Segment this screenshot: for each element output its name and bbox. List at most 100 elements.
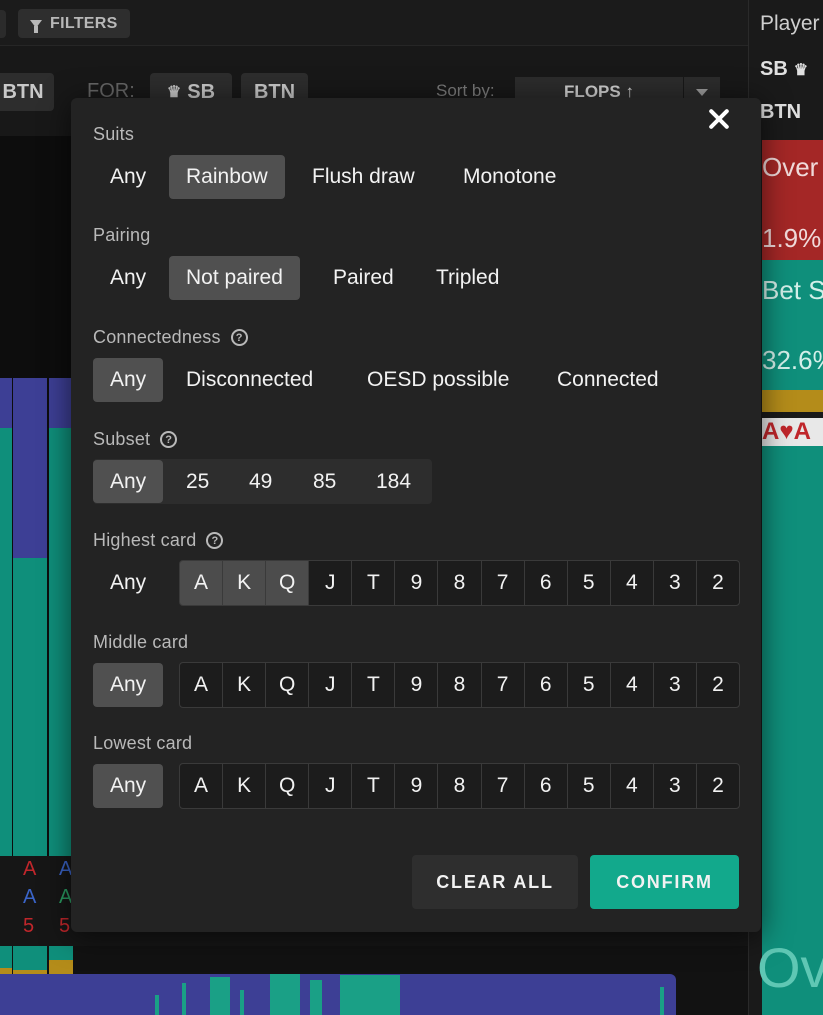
- rank-q[interactable]: Q: [265, 662, 310, 708]
- rank-8[interactable]: 8: [437, 560, 482, 606]
- rank-5[interactable]: 5: [566, 560, 611, 606]
- highest-card-header: Highest card ?: [93, 530, 224, 551]
- pairing-option-tripled[interactable]: Tripled: [419, 256, 516, 300]
- lowest-card-label: Lowest card: [93, 733, 193, 753]
- connectedness-option-disconnected[interactable]: Disconnected: [169, 358, 330, 402]
- rank-k[interactable]: K: [222, 662, 267, 708]
- rank-k[interactable]: K: [222, 560, 267, 606]
- rank-a[interactable]: A: [179, 662, 224, 708]
- rank-5[interactable]: 5: [566, 662, 611, 708]
- rank-7[interactable]: 7: [480, 560, 525, 606]
- subset-option-184[interactable]: 184: [359, 460, 428, 503]
- rank-6[interactable]: 6: [523, 763, 568, 809]
- rank-2[interactable]: 2: [695, 560, 741, 606]
- card-rank: 5: [23, 915, 35, 937]
- clear-all-button[interactable]: CLEAR ALL: [412, 855, 578, 909]
- subset-option-25[interactable]: 25: [169, 460, 226, 503]
- subset-option-any[interactable]: Any: [93, 460, 164, 503]
- pairing-label: Pairing: [93, 225, 151, 245]
- bottom-chart-strip: [0, 974, 676, 1015]
- rank-a[interactable]: A: [179, 763, 224, 809]
- close-icon[interactable]: [704, 104, 734, 134]
- rank-k[interactable]: K: [222, 763, 267, 809]
- action-percent: 1.9%: [762, 223, 822, 253]
- rank-j[interactable]: J: [308, 560, 353, 606]
- crown-icon: ♛: [793, 61, 809, 79]
- rank-3[interactable]: 3: [652, 560, 697, 606]
- rank-t[interactable]: T: [351, 662, 396, 708]
- filters-button[interactable]: FILTERS: [18, 9, 130, 38]
- subset-label: Subset: [93, 429, 151, 449]
- rank-3[interactable]: 3: [652, 662, 697, 708]
- rank-9[interactable]: 9: [394, 662, 439, 708]
- rank-9[interactable]: 9: [394, 763, 439, 809]
- card-rank: A: [23, 886, 37, 908]
- player-position-sb: SB ♛: [760, 58, 808, 81]
- highest-card-ranks: A K Q J T 9 8 7 6 5 4 3 2: [179, 560, 741, 606]
- player-panel-title: Player: [760, 12, 820, 35]
- rank-4[interactable]: 4: [609, 763, 654, 809]
- pairing-option-paired[interactable]: Paired: [316, 256, 411, 300]
- action-name: Bet S: [762, 275, 823, 305]
- action-check[interactable]: [762, 390, 823, 412]
- suits-option-any[interactable]: Any: [93, 155, 163, 199]
- confirm-button[interactable]: CONFIRM: [590, 855, 739, 909]
- help-icon[interactable]: ?: [230, 329, 248, 346]
- highest-card-label: Highest card: [93, 530, 197, 550]
- rank-8[interactable]: 8: [437, 763, 482, 809]
- rank-6[interactable]: 6: [523, 662, 568, 708]
- rank-4[interactable]: 4: [609, 662, 654, 708]
- top-toolbar: FILTERS: [0, 0, 748, 46]
- connectedness-option-any[interactable]: Any: [93, 358, 164, 402]
- toolbar-button-partial[interactable]: [0, 10, 6, 38]
- action-bet[interactable]: Bet S 32.6%: [762, 260, 823, 390]
- middle-card-ranks: A K Q J T 9 8 7 6 5 4 3 2: [179, 662, 741, 708]
- subset-header: Subset ?: [93, 429, 178, 450]
- pairing-option-any[interactable]: Any: [93, 256, 163, 300]
- action-big-text: Ov: [757, 936, 823, 999]
- rank-a[interactable]: A: [179, 560, 224, 606]
- rank-4[interactable]: 4: [609, 560, 654, 606]
- subset-option-49[interactable]: 49: [232, 460, 289, 503]
- rank-2[interactable]: 2: [695, 662, 741, 708]
- help-icon[interactable]: ?: [160, 431, 178, 448]
- subset-option-85[interactable]: 85: [296, 460, 353, 503]
- help-icon[interactable]: ?: [206, 532, 224, 549]
- highest-card-option-any[interactable]: Any: [93, 561, 163, 605]
- rank-q[interactable]: Q: [265, 560, 310, 606]
- suits-option-rainbow[interactable]: Rainbow: [169, 155, 285, 199]
- middle-card-label: Middle card: [93, 632, 189, 652]
- action-over[interactable]: Over 1.9%: [762, 140, 823, 260]
- action-name: Over: [762, 152, 819, 182]
- lowest-card-option-any[interactable]: Any: [93, 764, 164, 808]
- suits-option-flush-draw[interactable]: Flush draw: [295, 155, 432, 199]
- filters-label: FILTERS: [50, 14, 118, 32]
- rank-t[interactable]: T: [351, 763, 396, 809]
- connectedness-header: Connectedness ?: [93, 327, 248, 348]
- player-position-label: BTN: [760, 101, 802, 123]
- connectedness-option-connected[interactable]: Connected: [540, 358, 676, 402]
- rank-6[interactable]: 6: [523, 560, 568, 606]
- suits-option-monotone[interactable]: Monotone: [446, 155, 573, 199]
- rank-8[interactable]: 8: [437, 662, 482, 708]
- rank-2[interactable]: 2: [695, 763, 741, 809]
- player-position-label: SB: [760, 58, 788, 80]
- rank-3[interactable]: 3: [652, 763, 697, 809]
- lowest-card-ranks: A K Q J T 9 8 7 6 5 4 3 2: [179, 763, 741, 809]
- card-rank: A: [23, 858, 37, 880]
- rank-j[interactable]: J: [308, 662, 353, 708]
- rank-9[interactable]: 9: [394, 560, 439, 606]
- action-detail: [762, 446, 823, 1015]
- pairing-option-not-paired[interactable]: Not paired: [169, 256, 300, 300]
- filter-icon: [30, 19, 42, 33]
- rank-q[interactable]: Q: [265, 763, 310, 809]
- rank-j[interactable]: J: [308, 763, 353, 809]
- rank-5[interactable]: 5: [566, 763, 611, 809]
- rank-7[interactable]: 7: [480, 662, 525, 708]
- middle-card-option-any[interactable]: Any: [93, 663, 164, 707]
- card-rank: 5: [59, 915, 71, 937]
- position-chip-btn[interactable]: BTN: [0, 73, 54, 111]
- rank-t[interactable]: T: [351, 560, 396, 606]
- rank-7[interactable]: 7: [480, 763, 525, 809]
- connectedness-option-oesd-possible[interactable]: OESD possible: [350, 358, 526, 402]
